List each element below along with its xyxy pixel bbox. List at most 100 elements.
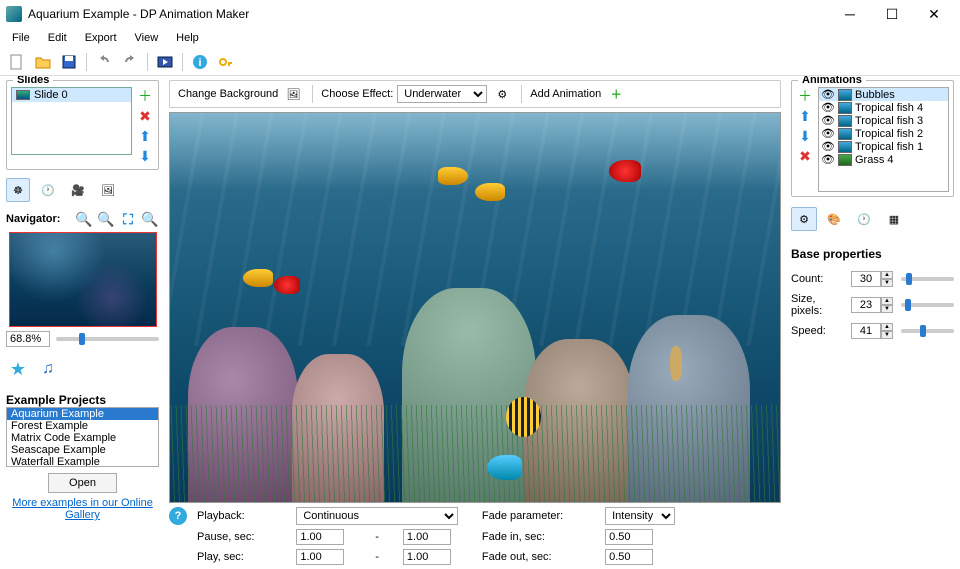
zoom-actual-icon[interactable]: 🔍 (141, 210, 159, 228)
menu-help[interactable]: Help (168, 30, 207, 46)
gear-tab-icon[interactable]: ⚙ (791, 207, 817, 231)
fade-param-select[interactable]: Intensity (605, 507, 675, 525)
animation-item[interactable]: 👁Tropical fish 3 (819, 114, 948, 127)
examples-list[interactable]: Aquarium Example Forest Example Matrix C… (6, 407, 159, 467)
move-slide-down-icon[interactable]: ⬇ (136, 147, 154, 165)
pause-max-input[interactable] (403, 529, 451, 545)
help-icon[interactable]: ? (169, 507, 187, 525)
menu-export[interactable]: Export (77, 30, 125, 46)
animation-item[interactable]: 👁Tropical fish 2 (819, 127, 948, 140)
bounds-tab-icon[interactable]: ▦ (881, 207, 907, 231)
pause-label: Pause, sec: (197, 531, 290, 543)
visibility-icon[interactable]: 👁 (821, 127, 835, 140)
zoom-value[interactable]: 68.8% (6, 331, 50, 347)
animation-item[interactable]: 👁Tropical fish 1 (819, 140, 948, 153)
canvas-viewport[interactable] (169, 112, 781, 503)
minimize-button[interactable]: ─ (830, 3, 870, 25)
close-button[interactable]: ✕ (914, 3, 954, 25)
animation-item[interactable]: 👁Bubbles (819, 88, 948, 101)
property-spinner[interactable]: ▲▼ (851, 271, 893, 287)
delete-anim-icon[interactable]: ✖ (796, 147, 814, 165)
zoom-in-icon[interactable]: 🔍 (75, 210, 93, 228)
menu-view[interactable]: View (127, 30, 167, 46)
spin-down-icon[interactable]: ▼ (881, 305, 893, 313)
example-item[interactable]: Matrix Code Example (7, 432, 158, 444)
menu-file[interactable]: File (4, 30, 38, 46)
open-example-button[interactable]: Open (48, 473, 117, 493)
animations-list[interactable]: 👁Bubbles 👁Tropical fish 4 👁Tropical fish… (818, 87, 949, 192)
pause-min-input[interactable] (296, 529, 344, 545)
property-spinner[interactable]: ▲▼ (851, 323, 893, 339)
add-animation-icon[interactable]: ＋ (605, 83, 627, 105)
example-item[interactable]: Aquarium Example (7, 408, 158, 420)
property-input[interactable] (851, 297, 881, 313)
playback-label: Playback: (197, 510, 290, 522)
open-file-icon[interactable] (32, 51, 54, 73)
fit-icon[interactable]: ⛶ (119, 210, 137, 228)
visibility-icon[interactable]: 👁 (821, 153, 835, 166)
example-item[interactable]: Waterfall Example (7, 456, 158, 467)
spin-down-icon[interactable]: ▼ (881, 331, 893, 339)
spin-up-icon[interactable]: ▲ (881, 323, 893, 331)
undo-icon[interactable] (93, 51, 115, 73)
spin-up-icon[interactable]: ▲ (881, 271, 893, 279)
property-slider[interactable] (901, 329, 954, 333)
playback-mode-select[interactable]: Continuous (296, 507, 458, 525)
key-icon[interactable] (215, 51, 237, 73)
example-item[interactable]: Seascape Example (7, 444, 158, 456)
spin-up-icon[interactable]: ▲ (881, 297, 893, 305)
property-input[interactable] (851, 323, 881, 339)
move-anim-up-icon[interactable]: ⬆ (796, 107, 814, 125)
slides-list[interactable]: Slide 0 (11, 87, 132, 155)
properties-title: Base properties (791, 247, 954, 261)
visibility-icon[interactable]: 👁 (821, 88, 835, 101)
add-animation-btn-icon[interactable]: ＋ (796, 87, 814, 105)
zoom-slider[interactable] (56, 337, 159, 341)
visibility-icon[interactable]: 👁 (821, 101, 835, 114)
play-max-input[interactable] (403, 549, 451, 565)
zoom-out-icon[interactable]: 🔍 (97, 210, 115, 228)
fade-out-input[interactable] (605, 549, 653, 565)
gallery-link[interactable]: More examples in our Online Gallery (6, 497, 159, 521)
slide-thumb-icon (16, 90, 30, 100)
navigator-preview[interactable] (9, 232, 157, 327)
save-file-icon[interactable] (58, 51, 80, 73)
effect-select[interactable]: Underwater (397, 85, 487, 103)
maximize-button[interactable]: ☐ (872, 3, 912, 25)
info-icon[interactable]: i (189, 51, 211, 73)
music-icon[interactable]: ♫ (36, 357, 60, 381)
property-slider[interactable] (901, 303, 954, 307)
add-animation-label: Add Animation (530, 88, 601, 100)
move-slide-up-icon[interactable]: ⬆ (136, 127, 154, 145)
wheel-tab-icon[interactable]: ☸ (6, 178, 30, 202)
clock-tab-icon[interactable]: 🕐 (36, 178, 60, 202)
camera-tab-icon[interactable]: 🎥 (66, 178, 90, 202)
play-icon[interactable] (154, 51, 176, 73)
animation-item[interactable]: 👁Grass 4 (819, 153, 948, 166)
new-file-icon[interactable] (6, 51, 28, 73)
property-slider[interactable] (901, 277, 954, 281)
move-anim-down-icon[interactable]: ⬇ (796, 127, 814, 145)
change-bg-icon[interactable]: 🖼 (282, 83, 304, 105)
spin-down-icon[interactable]: ▼ (881, 279, 893, 287)
visibility-icon[interactable]: 👁 (821, 140, 835, 153)
timing-tab-icon[interactable]: 🕐 (851, 207, 877, 231)
visibility-icon[interactable]: 👁 (821, 114, 835, 127)
example-item[interactable]: Forest Example (7, 420, 158, 432)
property-label: Speed: (791, 325, 847, 337)
property-spinner[interactable]: ▲▼ (851, 297, 893, 313)
star-icon[interactable]: ★ (6, 357, 30, 381)
play-min-input[interactable] (296, 549, 344, 565)
menu-edit[interactable]: Edit (40, 30, 75, 46)
redo-icon[interactable] (119, 51, 141, 73)
property-input[interactable] (851, 271, 881, 287)
image-tab-icon[interactable]: 🖼 (96, 178, 120, 202)
palette-tab-icon[interactable]: 🎨 (821, 207, 847, 231)
delete-slide-icon[interactable]: ✖ (136, 107, 154, 125)
effect-settings-icon[interactable]: ⚙ (491, 83, 513, 105)
slide-item[interactable]: Slide 0 (12, 88, 131, 102)
fade-in-input[interactable] (605, 529, 653, 545)
add-slide-icon[interactable]: ＋ (136, 87, 154, 105)
app-icon (6, 6, 22, 22)
animation-item[interactable]: 👁Tropical fish 4 (819, 101, 948, 114)
